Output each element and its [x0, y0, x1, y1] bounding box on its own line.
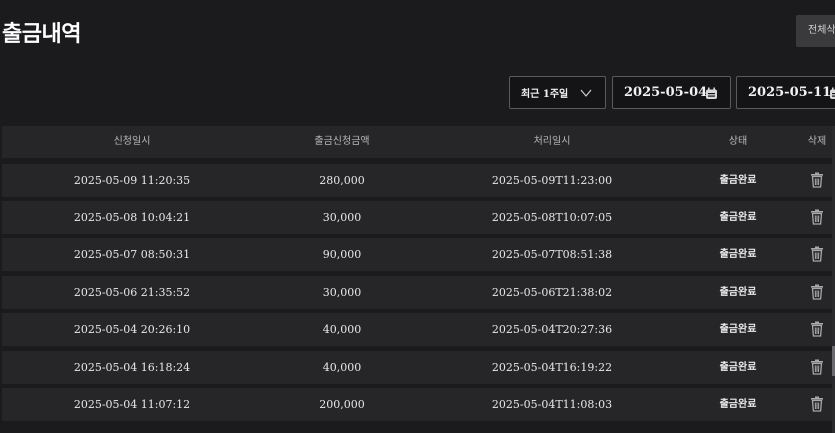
table-row: 2025-05-04 16:18:24 40,000 2025-05-04T16…: [2, 351, 835, 384]
table-row: 2025-05-08 10:04:21 30,000 2025-05-08T10…: [2, 201, 835, 234]
cell-status: 출금완료: [719, 249, 757, 260]
trash-icon: [811, 209, 823, 225]
trash-icon: [811, 396, 823, 412]
cell-processed-at: 2025-05-08T10:07:05: [491, 211, 613, 224]
cell-processed-at: 2025-05-07T08:51:38: [491, 248, 613, 261]
cell-amount: 30,000: [322, 286, 362, 299]
trash-icon: [811, 172, 823, 188]
trash-icon: [811, 246, 823, 262]
table-row: 2025-05-04 20:26:10 40,000 2025-05-04T20…: [2, 313, 835, 346]
table-row: 2025-05-04 11:07:12 200,000 2025-05-04T1…: [2, 388, 835, 421]
delete-row-button[interactable]: [797, 201, 835, 234]
start-date-input[interactable]: 2025-05-04: [612, 76, 731, 109]
header-amount: 출금신청금액: [314, 136, 370, 147]
period-select[interactable]: 최근 1주일: [509, 76, 606, 109]
cell-amount: 200,000: [319, 398, 365, 411]
delete-row-button[interactable]: [797, 276, 835, 309]
trash-icon: [811, 284, 823, 300]
cell-requested-at: 2025-05-06 21:35:52: [73, 286, 191, 299]
cell-amount: 280,000: [319, 174, 365, 187]
table-row: 2025-05-07 08:50:31 90,000 2025-05-07T08…: [2, 238, 835, 271]
cell-status: 출금완료: [719, 362, 757, 373]
table-row: 2025-05-09 11:20:35 280,000 2025-05-09T1…: [2, 164, 835, 197]
calendar-icon[interactable]: [705, 87, 718, 100]
cell-amount: 90,000: [322, 248, 362, 261]
chevron-down-icon: [580, 89, 592, 97]
header-status: 상태: [728, 136, 748, 147]
delete-row-button[interactable]: [797, 313, 835, 346]
delete-row-button[interactable]: [797, 351, 835, 384]
cell-requested-at: 2025-05-04 20:26:10: [73, 323, 191, 336]
cell-requested-at: 2025-05-07 08:50:31: [73, 248, 191, 261]
cell-processed-at: 2025-05-09T11:23:00: [491, 174, 613, 187]
cell-processed-at: 2025-05-06T21:38:02: [491, 286, 613, 299]
delete-row-button[interactable]: [797, 388, 835, 421]
cell-amount: 40,000: [322, 361, 362, 374]
delete-row-button[interactable]: [797, 238, 835, 271]
delete-all-button[interactable]: 전체삭제: [796, 15, 835, 47]
table-header: 신청일시 출금신청금액 처리일시 상태 삭제: [2, 126, 835, 158]
header-requested-at: 신청일시: [113, 136, 151, 147]
cell-status: 출금완료: [719, 324, 757, 335]
page-title: 출금내역: [2, 22, 81, 47]
cell-amount: 40,000: [322, 323, 362, 336]
cell-status: 출금완료: [719, 399, 757, 410]
cell-requested-at: 2025-05-09 11:20:35: [73, 174, 191, 187]
table-row: 2025-05-06 21:35:52 30,000 2025-05-06T21…: [2, 276, 835, 309]
cell-processed-at: 2025-05-04T16:19:22: [491, 361, 613, 374]
cell-requested-at: 2025-05-08 10:04:21: [73, 211, 191, 224]
period-select-label: 최근 1주일: [521, 89, 569, 100]
cell-requested-at: 2025-05-04 16:18:24: [73, 361, 191, 374]
cell-requested-at: 2025-05-04 11:07:12: [73, 398, 191, 411]
start-date-value: 2025-05-04: [624, 85, 708, 100]
end-date-value: 2025-05-11: [748, 85, 832, 100]
end-date-input[interactable]: 2025-05-11: [736, 76, 835, 109]
cell-status: 출금완료: [719, 287, 757, 298]
delete-row-button[interactable]: [797, 164, 835, 197]
header-processed-at: 처리일시: [533, 136, 571, 147]
cell-status: 출금완료: [719, 175, 757, 186]
calendar-icon[interactable]: [829, 87, 835, 100]
trash-icon: [811, 359, 823, 375]
header-delete: 삭제: [807, 136, 827, 147]
cell-status: 출금완료: [719, 212, 757, 223]
cell-amount: 30,000: [322, 211, 362, 224]
trash-icon: [811, 321, 823, 337]
cell-processed-at: 2025-05-04T11:08:03: [491, 398, 613, 411]
cell-processed-at: 2025-05-04T20:27:36: [491, 323, 613, 336]
